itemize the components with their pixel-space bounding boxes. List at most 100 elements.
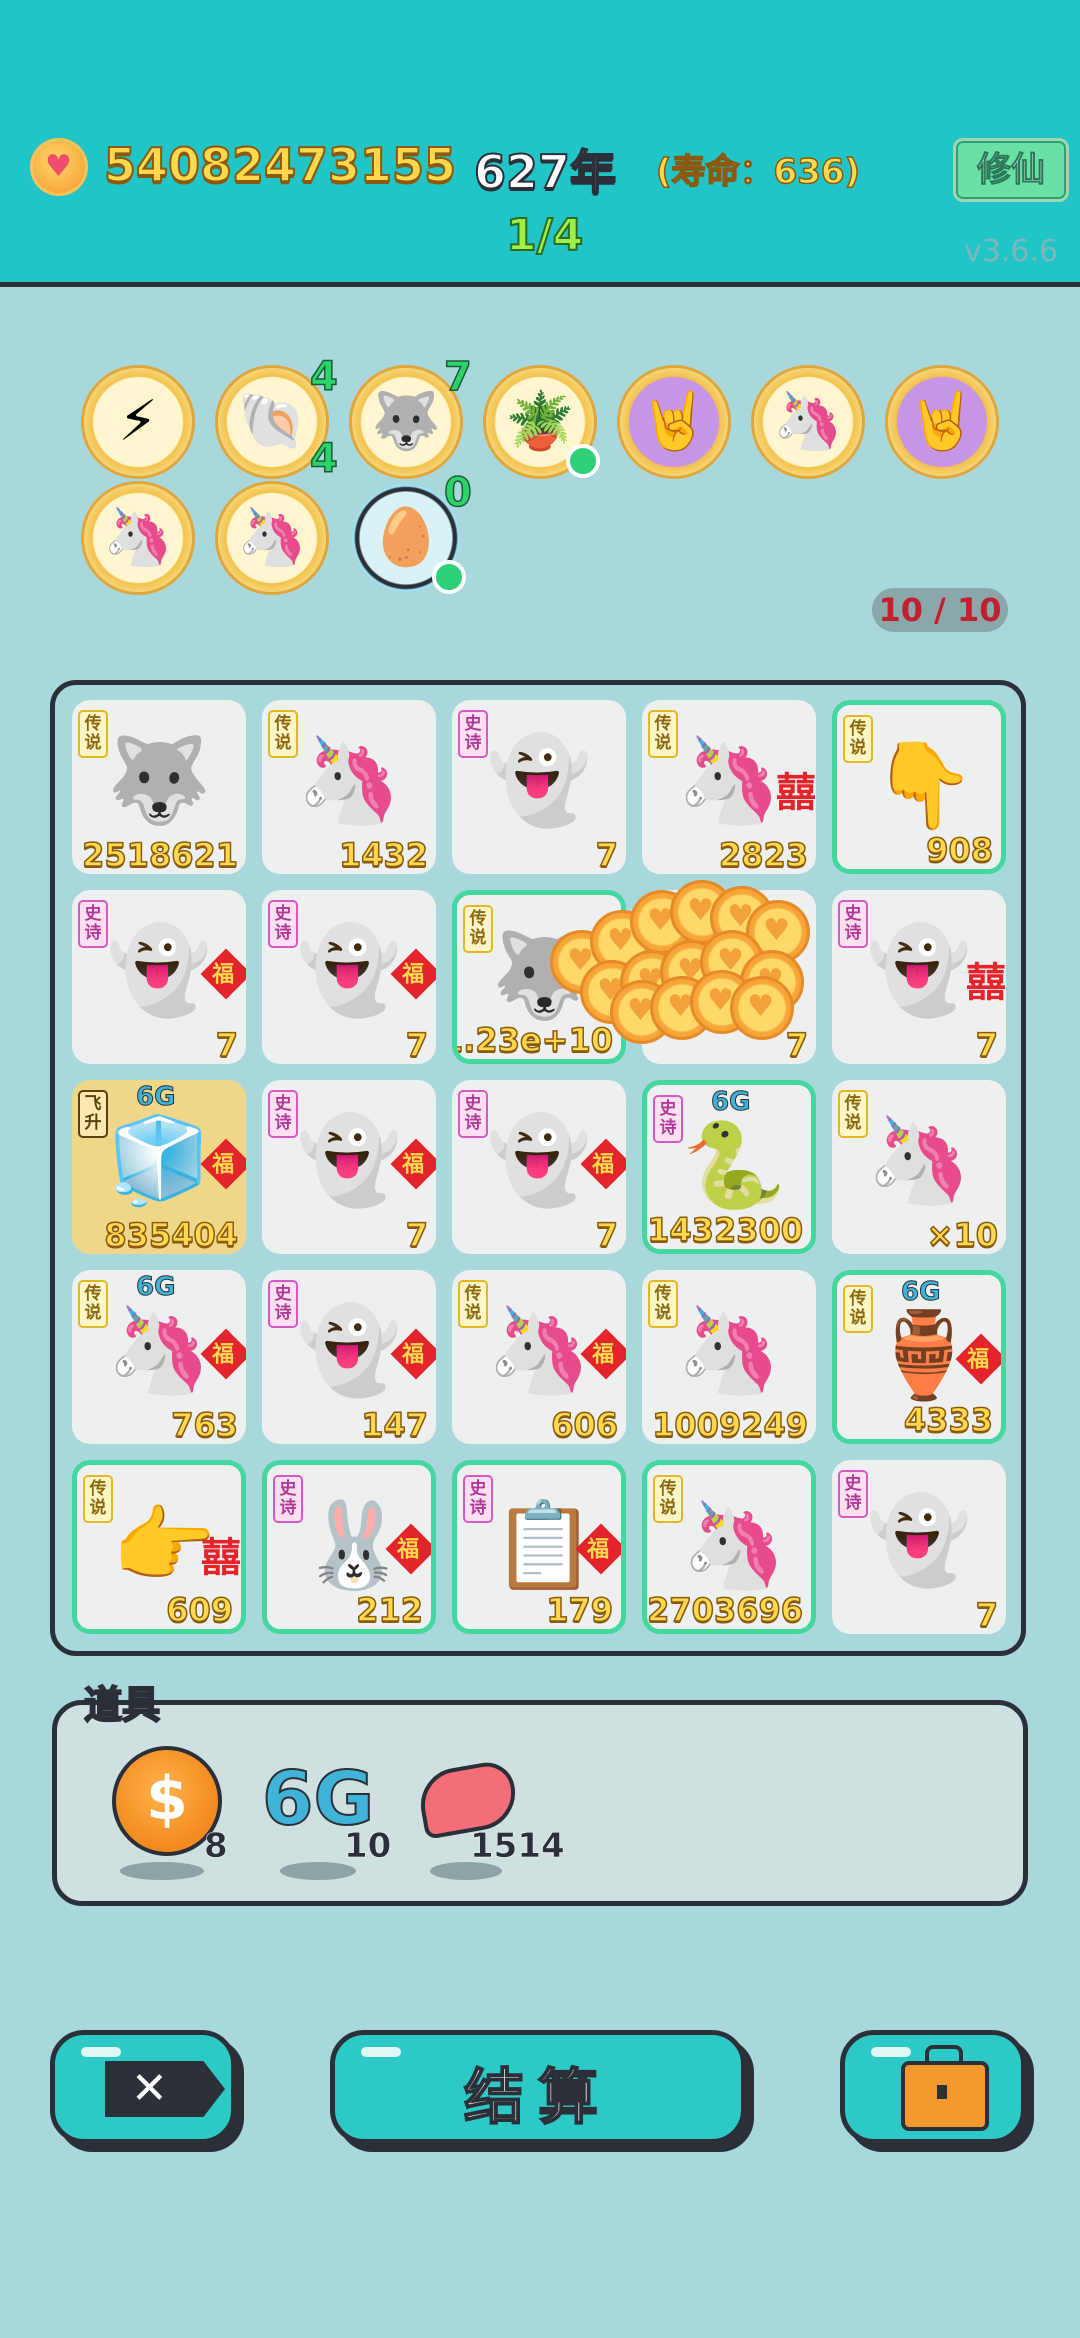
board-tile[interactable]: 传说 👇 908	[832, 700, 1006, 874]
board-tile[interactable]: 传说 6G 🏺 福 4333	[832, 1270, 1006, 1444]
buff-slot[interactable]: 🤘	[620, 368, 728, 476]
ghost-icon: 👻	[866, 1491, 972, 1589]
unicorn-king-icon: 🦄	[866, 1111, 972, 1209]
capacity-badge: 10 / 10	[872, 588, 1008, 632]
board-tile[interactable]: 传说 🦄 1009249	[642, 1270, 816, 1444]
buff-count: 7	[443, 353, 472, 401]
board-tile[interactable]: 传说 🦄 福 606	[452, 1270, 626, 1444]
unicorn-icon: 🦄	[681, 1496, 787, 1594]
fortune-mark-label: 福	[212, 962, 235, 988]
gloss	[81, 2047, 121, 2057]
board-tile[interactable]: 史诗 👻 囍 7	[832, 890, 1006, 1064]
fortune-mark-label: 福	[587, 1537, 610, 1563]
buff-slot[interactable]: 🐚 4 4	[218, 353, 339, 483]
board-tile[interactable]: 史诗 👻 7	[452, 700, 626, 874]
board-tile[interactable]: 史诗 👻 福 147	[262, 1270, 436, 1444]
close-button[interactable]: ✕	[50, 2030, 236, 2144]
unicorn-king-icon: 🦄	[676, 1301, 782, 1399]
heart-coin-icon: ♥	[730, 976, 794, 1040]
buff-slot[interactable]: 🦄	[218, 484, 326, 592]
board-tile[interactable]: 传说 🦄 2703696	[642, 1460, 816, 1634]
ghost-icon: 👻	[486, 731, 592, 829]
tile-value: ×10	[926, 1215, 999, 1254]
tile-value: 1432	[338, 835, 429, 874]
version-label: v3.6.6	[964, 234, 1059, 269]
settle-button[interactable]: 结算	[330, 2030, 746, 2144]
fortune-mark-label: 福	[592, 1342, 615, 1368]
gloss	[871, 2047, 911, 2057]
tile-value: 7	[975, 1595, 999, 1634]
buff-count: 0	[443, 469, 472, 517]
lightning-icon: ⚡	[118, 389, 158, 454]
tile-value: 7	[785, 1025, 809, 1064]
rock-hand-icon: 🤘	[639, 389, 709, 454]
prop-count-liver: 1514	[470, 1826, 565, 1867]
board-tile[interactable]: 传说 🦄 囍 2823	[642, 700, 816, 874]
tile-value: 1009249	[651, 1405, 808, 1444]
close-icon: ✕	[105, 2061, 225, 2117]
tile-value: 908	[925, 830, 993, 869]
fortune-mark-label: 福	[212, 1342, 235, 1368]
board-tile[interactable]: 传说 6G 🦄 福 763	[72, 1270, 246, 1444]
6g-badge: 6G	[135, 1082, 176, 1113]
fortune-mark-label: 福	[592, 1152, 615, 1178]
fortune-mark-label: 福	[402, 1152, 425, 1178]
tile-value: 179	[545, 1590, 613, 1629]
buff-slot[interactable]: 🦄	[84, 484, 192, 592]
top-bar: ♥ 54082473155 627年 (寿命：636) 1/4 修仙 v3.6.…	[0, 0, 1080, 287]
husky-king-icon: 🐺	[106, 731, 212, 829]
unicorn-icon: 🦄	[103, 505, 173, 570]
fortune-mark-label: 福	[397, 1537, 420, 1563]
pointing-hand-icon: 👇	[871, 736, 977, 834]
buff-slot[interactable]: 🪴	[486, 368, 600, 478]
year-counter: 627年	[473, 144, 617, 200]
board-tile[interactable]: 传说 🦄 1432	[262, 700, 436, 874]
snake-icon: 🐍	[681, 1116, 787, 1214]
fortune-mark-label: 福	[212, 1152, 235, 1178]
6g-badge: 6G	[135, 1272, 176, 1303]
tile-value: 1432300	[647, 1210, 804, 1249]
tile-value: 7	[215, 1025, 239, 1064]
unicorn-icon: 🦄	[237, 505, 307, 570]
board-tile[interactable]: 史诗 📋 福 179	[452, 1460, 626, 1634]
coin-burst-effect: ♥♥♥♥♥♥♥♥♥♥♥♥♥♥♥	[550, 880, 810, 1044]
board-tile[interactable]: 史诗 🐰 福 212	[262, 1460, 436, 1634]
status-dot	[566, 444, 600, 478]
tile-value: 606	[550, 1405, 618, 1444]
board-tile[interactable]: 史诗 👻 福 7	[262, 890, 436, 1064]
board-tile[interactable]: 传说 👉 囍 609	[72, 1460, 246, 1634]
currency-amount: 54082473155	[103, 137, 457, 193]
tile-value: 212	[355, 1590, 423, 1629]
double-happiness-mark: 囍	[966, 960, 1006, 1006]
board-tile[interactable]: 史诗 👻 福 7	[452, 1080, 626, 1254]
board-tile[interactable]: 传说 🦄 ×10	[832, 1080, 1006, 1254]
board-tile[interactable]: 史诗 👻 福 7	[262, 1080, 436, 1254]
board-tile[interactable]: 飞升 6G 🧊 福 835404	[72, 1080, 246, 1254]
6g-badge: 6G	[900, 1277, 941, 1308]
buff-slot[interactable]: 🐺 7	[352, 353, 473, 476]
cultivate-button[interactable]: 修仙	[953, 138, 1069, 202]
shadow	[120, 1862, 204, 1880]
double-happiness-mark: 囍	[201, 1535, 241, 1581]
board-tile[interactable]: 传说 🐺 2518621	[72, 700, 246, 874]
buff-slot[interactable]: 🦄	[754, 368, 862, 476]
settle-label: 结算	[463, 2062, 612, 2134]
tile-value: 609	[165, 1590, 233, 1629]
tile-value: 7	[595, 835, 619, 874]
buff-slot[interactable]: 🤘	[888, 368, 996, 476]
tile-value: 4333	[903, 1400, 994, 1439]
tile-value: 7	[595, 1215, 619, 1254]
buff-slot[interactable]: ⚡	[84, 368, 192, 476]
buff-slot[interactable]: 🥚 0	[352, 469, 473, 594]
unicorn-king-icon: 🦄	[296, 731, 402, 829]
board-tile[interactable]: 史诗 👻 福 7	[72, 890, 246, 1064]
bag-button[interactable]	[840, 2030, 1026, 2144]
fortune-mark-label: 福	[402, 962, 425, 988]
tile-value: 7	[405, 1215, 429, 1254]
lifespan: (寿命：636)	[655, 151, 861, 193]
heart-coin-icon: ♥	[30, 138, 88, 196]
board-tile[interactable]: 史诗 👻 7	[832, 1460, 1006, 1634]
tile-value: 147	[360, 1405, 428, 1444]
board-tile[interactable]: 史诗 6G 🐍 1432300	[642, 1080, 816, 1254]
tile-value: 763	[170, 1405, 238, 1444]
